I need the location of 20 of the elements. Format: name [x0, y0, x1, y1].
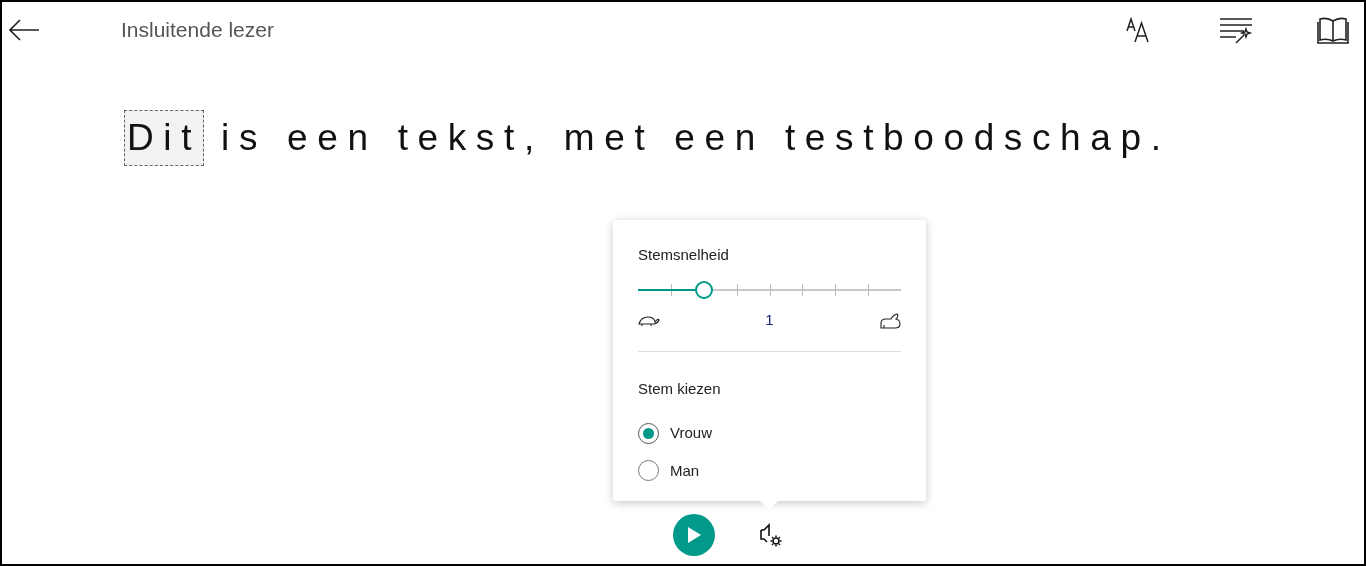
voice-option[interactable]: Man: [638, 459, 901, 482]
word[interactable]: met: [560, 110, 658, 166]
voice-label: Stem kiezen: [638, 378, 722, 399]
speed-label: Stemsnelheid: [638, 245, 730, 265]
speed-value: 1: [765, 310, 774, 331]
turtle-icon: [638, 314, 660, 327]
word[interactable]: is: [218, 110, 271, 166]
word[interactable]: tekst,: [394, 110, 547, 166]
play-button[interactable]: [673, 514, 715, 556]
word[interactable]: testboodschap.: [781, 110, 1174, 166]
word[interactable]: een: [284, 110, 381, 166]
word[interactable]: Dit: [124, 110, 205, 166]
voice-option[interactable]: Vrouw: [638, 422, 901, 445]
voice-settings-icon[interactable]: [758, 522, 784, 548]
play-icon: [686, 526, 702, 544]
speed-slider[interactable]: [638, 280, 901, 299]
slider-thumb[interactable]: [694, 280, 713, 299]
word[interactable]: een: [671, 110, 768, 166]
window-title: Insluitende lezer: [121, 17, 274, 44]
rabbit-icon: [879, 312, 901, 329]
